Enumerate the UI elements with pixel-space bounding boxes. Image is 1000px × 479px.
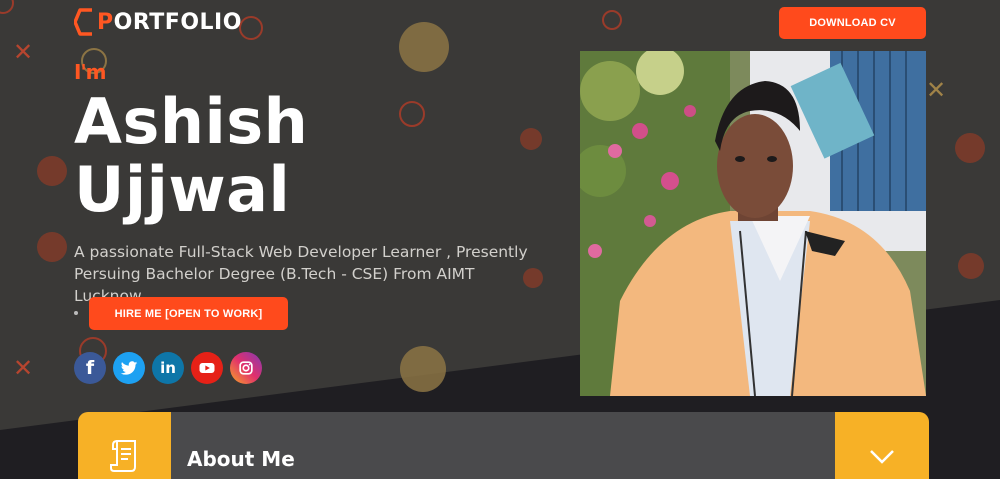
document-scroll-icon bbox=[109, 440, 136, 472]
hero-description-line: A passionate Full-Stack Web Developer Le… bbox=[74, 243, 528, 261]
bullet-dot bbox=[74, 311, 78, 315]
about-title: About Me bbox=[187, 447, 295, 471]
hexagon-logo-icon bbox=[74, 8, 92, 36]
greeting: I'm bbox=[74, 60, 106, 84]
about-me-section[interactable]: About Me bbox=[78, 412, 929, 479]
decor-circle bbox=[958, 253, 984, 279]
decor-circle bbox=[520, 128, 542, 150]
decor-circle bbox=[400, 346, 446, 392]
decor-cross: ✕ bbox=[13, 354, 34, 382]
decor-cross: ✕ bbox=[926, 76, 947, 104]
decor-circle bbox=[37, 232, 67, 262]
instagram-icon[interactable] bbox=[230, 352, 262, 384]
download-cv-button[interactable]: DOWNLOAD CV bbox=[779, 7, 926, 39]
decor-ring bbox=[602, 10, 622, 30]
linkedin-icon[interactable]: in bbox=[152, 352, 184, 384]
hero-name-first: Ashish bbox=[74, 85, 309, 158]
youtube-icon[interactable] bbox=[191, 352, 223, 384]
decor-ring bbox=[239, 16, 263, 40]
facebook-icon[interactable]: f bbox=[74, 352, 106, 384]
decor-circle bbox=[37, 156, 67, 186]
about-toggle[interactable] bbox=[835, 412, 929, 479]
social-links: f in bbox=[74, 352, 262, 384]
hero-name-last: Ujjwal bbox=[74, 153, 291, 226]
hire-me-button[interactable]: HIRE ME [OPEN TO WORK] bbox=[89, 297, 288, 330]
decor-circle bbox=[399, 22, 449, 72]
profile-photo bbox=[580, 51, 926, 396]
about-icon-panel bbox=[78, 412, 171, 479]
decor-ring bbox=[399, 101, 425, 127]
decor-circle bbox=[955, 133, 985, 163]
decor-cross: ✕ bbox=[13, 38, 34, 66]
profile-photo-image bbox=[580, 51, 926, 396]
chevron-down-icon bbox=[870, 450, 894, 464]
hero-name: Ashish Ujjwal bbox=[74, 88, 308, 224]
twitter-icon[interactable] bbox=[113, 352, 145, 384]
logo-text: PORTFOLIO bbox=[97, 9, 242, 35]
site-logo[interactable]: PORTFOLIO bbox=[74, 6, 242, 38]
